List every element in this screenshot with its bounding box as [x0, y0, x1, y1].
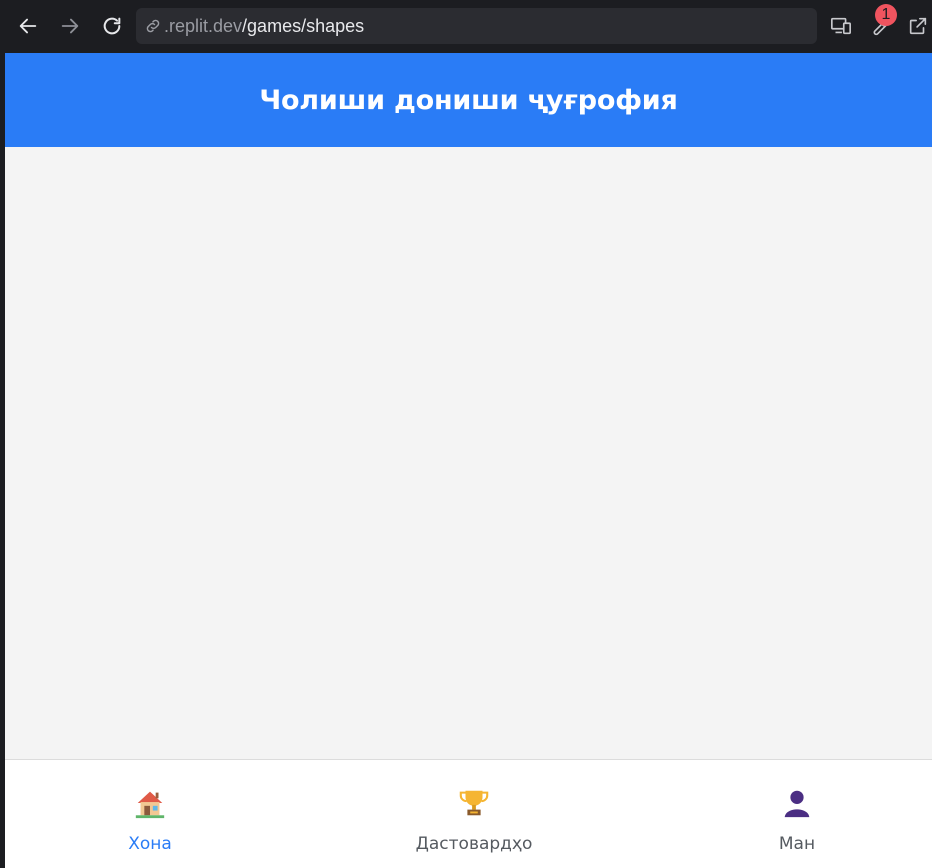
- external-link-icon: [909, 17, 927, 35]
- devices-icon: [831, 17, 851, 35]
- browser-toolbar: .replit.dev/games/shapes 1: [0, 0, 932, 53]
- open-external-button[interactable]: [905, 13, 931, 39]
- tab-achievements[interactable]: Дастовардҳо: [344, 760, 604, 868]
- tab-profile-label: Ман: [778, 834, 816, 854]
- app-viewport: Чолиши дониши ҷуғрофия Хона Дастовардҳо …: [5, 53, 932, 868]
- person-icon: [784, 790, 810, 818]
- tab-achievements-label: Дастовардҳо: [415, 834, 533, 854]
- page-title: Чолиши дониши ҷуғрофия: [259, 84, 678, 116]
- address-bar[interactable]: .replit.dev/games/shapes: [136, 8, 817, 44]
- forward-button[interactable]: [56, 12, 84, 40]
- url-path: /games/shapes: [242, 15, 365, 36]
- arrow-left-icon: [19, 18, 37, 34]
- tab-home-label: Хона: [128, 834, 172, 854]
- house-icon: [135, 791, 165, 819]
- bottom-tab-bar: Хона Дастовардҳо Ман: [5, 759, 932, 868]
- trophy-icon: [459, 790, 489, 816]
- notification-badge: 1: [875, 4, 897, 26]
- main-content: [5, 147, 932, 759]
- link-icon: [146, 19, 160, 33]
- back-button[interactable]: [14, 12, 42, 40]
- devices-button[interactable]: [828, 13, 854, 39]
- tab-home[interactable]: Хона: [20, 760, 280, 868]
- arrow-right-icon: [61, 18, 79, 34]
- tab-profile[interactable]: Ман: [667, 760, 927, 868]
- reload-button[interactable]: [98, 12, 126, 40]
- url-host: .replit.dev: [164, 15, 243, 36]
- app-header: Чолиши дониши ҷуғрофия: [5, 53, 932, 147]
- reload-icon: [103, 17, 121, 35]
